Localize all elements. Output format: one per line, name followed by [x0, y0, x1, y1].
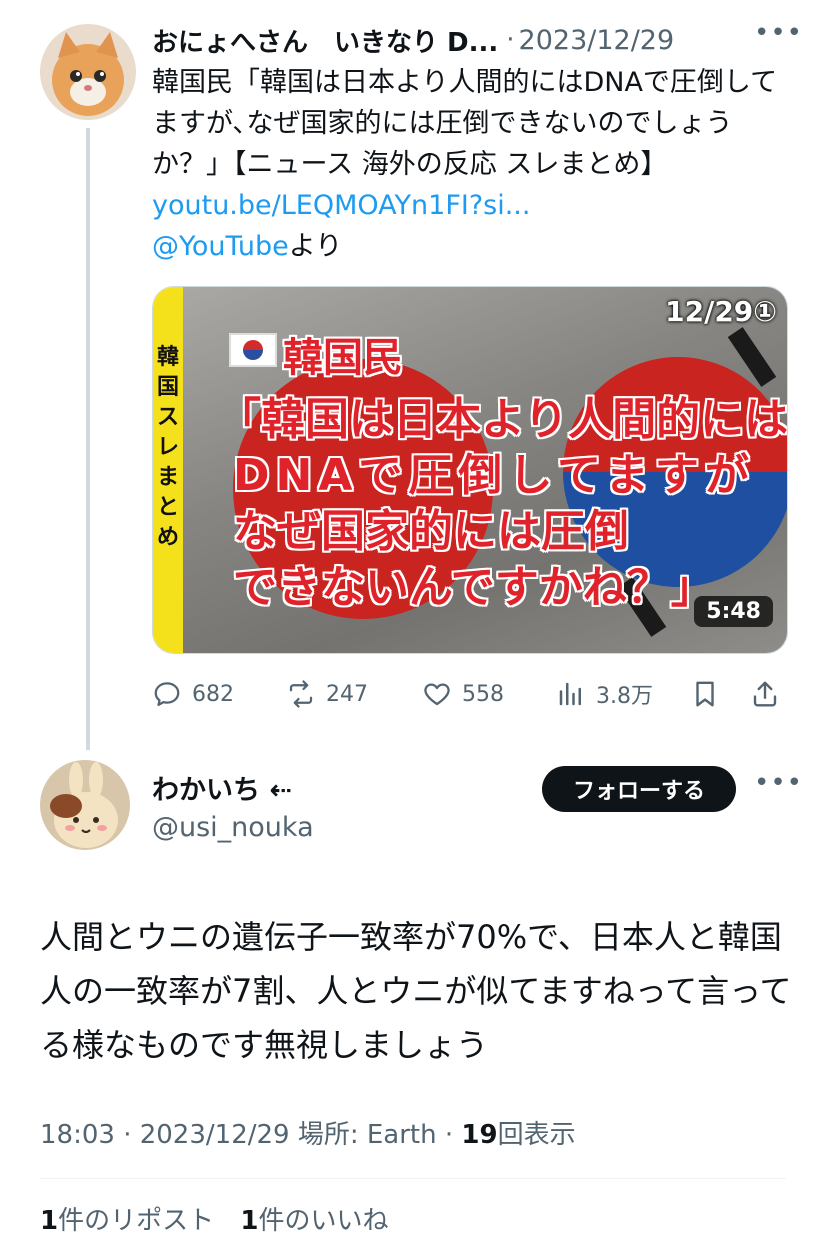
parent-author-name[interactable]: おにょへさん いきなり D...	[152, 22, 498, 59]
parent-text-main: 韓国民「韓国は日本より人間的にはDNAで圧倒してますが､なぜ国家的には圧倒できな…	[152, 67, 778, 180]
cat-avatar-icon	[40, 24, 136, 120]
view-count: 19	[461, 1120, 498, 1150]
views-count: 3.8万	[596, 684, 653, 709]
youtube-mention[interactable]: @YouTube	[152, 231, 289, 262]
reply-count: 682	[192, 681, 234, 707]
thread-connector-line	[86, 128, 90, 750]
parent-action-bar: 682 247 558 3.8万	[152, 672, 792, 716]
main-author-name[interactable]: わかいち ⇠	[152, 768, 292, 807]
thumbnail-counter: 12/29①	[665, 295, 777, 328]
heart-icon	[424, 683, 450, 706]
follow-button[interactable]: フォローする	[542, 766, 736, 812]
thumbnail-title-line: 「韓国は日本より人間的には	[217, 394, 788, 445]
parent-tweet-header: おにょへさん いきなり D... · 2023/12/29	[152, 22, 752, 58]
view-label: 回表示	[497, 1120, 576, 1150]
text-suffix: より	[288, 231, 343, 262]
main-tweet-meta: 18:03 · 2023/12/29 場所: Earth · 19回表示	[40, 1114, 576, 1151]
main-tweet-text: 人間とウニの遺伝子一致率が70%で、日本人と韓国人の一致率が7割、人とウニが似て…	[40, 918, 792, 1064]
views-chart-icon	[559, 682, 581, 706]
likes-stat-label: 件のいいね	[258, 1206, 389, 1236]
like-button[interactable]: 558	[422, 672, 504, 716]
author-avatar[interactable]	[40, 760, 130, 850]
video-thumbnail: 韓国民 「韓国は日本より人間的には DNAで圧倒してますが なぜ国家的には圧倒 …	[153, 287, 787, 653]
reply-icon	[154, 682, 180, 706]
share-button[interactable]	[750, 672, 790, 716]
korea-flag-icon	[229, 333, 277, 367]
thumbnail-side-label: 韓 国 ス レ ま と め	[156, 345, 179, 550]
bookmark-icon	[696, 681, 714, 707]
thumbnail-title-line: DNAで圧倒してますが	[233, 450, 755, 501]
reposts-stat-label: 件のリポスト	[58, 1206, 215, 1236]
more-horizontal-icon[interactable]: •••	[754, 768, 803, 798]
author-avatar[interactable]	[40, 24, 136, 120]
main-author-handle[interactable]: @usi_nouka	[152, 812, 314, 843]
more-horizontal-icon[interactable]: •••	[754, 18, 803, 48]
repost-count: 247	[326, 681, 368, 707]
author-name-text: わかいち	[152, 775, 260, 806]
name-suffix-arrow: ⇠	[269, 775, 293, 806]
share-icon	[753, 681, 777, 707]
reposts-stat-count: 1	[40, 1206, 59, 1236]
parent-tweet-date[interactable]: 2023/12/29	[519, 25, 675, 56]
thumbnail-title-line: できないんですかね？」	[233, 562, 715, 613]
header-separator: ·	[506, 25, 515, 55]
tweet-timestamp[interactable]: 18:03 · 2023/12/29 場所: Earth ·	[40, 1120, 461, 1150]
divider	[40, 1178, 786, 1179]
like-count: 558	[462, 681, 504, 707]
parent-tweet-text: 韓国民「韓国は日本より人間的にはDNAで圧倒してますが､なぜ国家的には圧倒できな…	[152, 62, 792, 267]
rabbit-avatar-icon	[40, 760, 130, 850]
likes-stat-count: 1	[240, 1206, 259, 1236]
bookmark-button[interactable]	[690, 672, 730, 716]
thumbnail-title-line: 韓国民	[283, 335, 403, 381]
reply-button[interactable]: 682	[152, 672, 234, 716]
likes-stat[interactable]: 1件のいいね	[240, 1206, 388, 1236]
repost-icon	[289, 680, 313, 708]
video-card[interactable]: 韓国民 「韓国は日本より人間的には DNAで圧倒してますが なぜ国家的には圧倒 …	[152, 286, 788, 654]
repost-button[interactable]: 247	[286, 672, 368, 716]
video-duration: 5:48	[694, 596, 773, 627]
thumbnail-title-line: なぜ国家的には圧倒	[233, 506, 629, 557]
youtube-link[interactable]: youtu.be/LEQMOAYn1FI?si...	[152, 190, 530, 221]
views-button[interactable]: 3.8万	[556, 672, 653, 716]
main-tweet-stats: 1件のリポスト 1件のいいね	[40, 1200, 388, 1237]
reposts-stat[interactable]: 1件のリポスト	[40, 1206, 214, 1236]
